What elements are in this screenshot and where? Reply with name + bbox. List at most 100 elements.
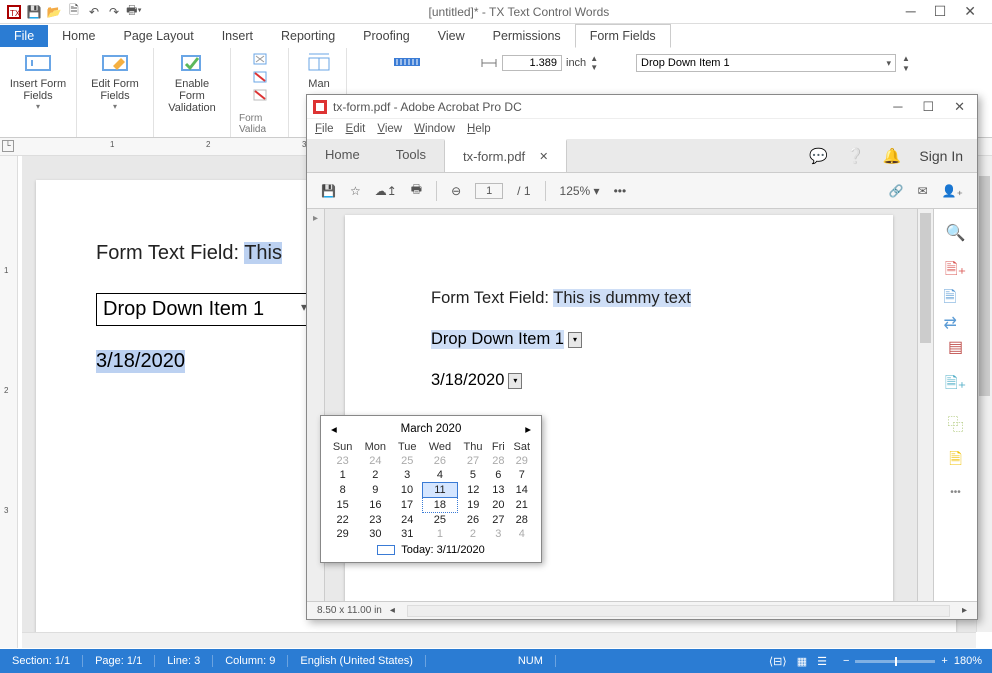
add-person-icon[interactable]: 👤₊ [942,184,963,198]
acrobat-vertical-scrollbar[interactable] [917,209,933,601]
close-icon[interactable]: ✕ [964,3,976,20]
combine-tool-icon[interactable]: 🗎₊ [944,373,968,397]
menu-reporting[interactable]: Reporting [267,25,349,47]
calendar-day[interactable]: 20 [488,498,508,513]
form-text-field-value[interactable]: This [244,242,282,264]
calendar-day[interactable]: 25 [392,454,422,468]
calendar-day[interactable]: 18 [422,498,458,513]
zoom-in-icon[interactable]: + [941,655,947,667]
view-page-icon[interactable]: ▦ [797,655,807,668]
print-icon[interactable]: 🖶▾ [124,2,144,22]
pdf-dropdown-field[interactable]: Drop Down Item 1▾ [431,330,582,349]
prev-month-icon[interactable]: ◂ [331,422,337,436]
acrobat-tab-document[interactable]: tx-form.pdf✕ [444,139,567,172]
zoom-level-select[interactable]: 125% ▾ [560,184,600,198]
save-pdf-icon[interactable]: 💾 [321,184,336,198]
search-tool-icon[interactable]: 🔍 [944,221,968,245]
more-icon[interactable]: ••• [614,184,627,198]
bell-icon[interactable]: 🔔 [883,147,902,165]
calendar-day[interactable]: 28 [488,454,508,468]
calendar-month-label[interactable]: March 2020 [401,423,462,435]
acrobat-menu-file[interactable]: File [315,123,334,135]
menu-form-fields[interactable]: Form Fields [575,24,671,48]
vertical-ruler[interactable]: 1 2 3 [0,156,18,648]
file-menu[interactable]: File [0,25,48,47]
status-language[interactable]: English (United States) [288,655,426,667]
calendar-day[interactable]: 21 [509,498,535,513]
minimize-icon[interactable]: ─ [906,3,916,20]
calendar-day[interactable]: 11 [422,483,458,498]
calendar-day[interactable]: 22 [327,513,358,528]
calendar-day[interactable]: 26 [458,513,488,528]
open-icon[interactable]: 📂 [44,2,64,22]
calendar-day[interactable]: 24 [358,454,392,468]
calendar-day[interactable]: 14 [509,483,535,498]
menu-page-layout[interactable]: Page Layout [110,25,208,47]
calendar-day[interactable]: 26 [422,454,458,468]
dropdown-field[interactable]: Drop Down Item 1 [96,293,312,326]
calendar-day[interactable]: 30 [358,527,392,541]
hscroll-right-icon[interactable]: ▸ [962,605,967,616]
date-field[interactable]: 3/18/2020 [96,350,185,373]
undo-icon[interactable]: ↶ [84,2,104,22]
conditional-disable-button[interactable] [252,88,268,104]
zoom-level[interactable]: 180% [954,655,982,667]
share-link-icon[interactable]: 🔗 [889,184,904,198]
acrobat-maximize-icon[interactable]: ☐ [922,99,934,115]
create-pdf-tool-icon[interactable]: 🗎₊ [944,259,968,283]
save-icon[interactable]: 💾 [24,2,44,22]
calendar-day[interactable]: 16 [358,498,392,513]
acrobat-minimize-icon[interactable]: ─ [893,99,902,115]
maximize-icon[interactable]: ☐ [934,3,947,20]
calendar-day[interactable]: 5 [458,468,488,483]
horizontal-scrollbar[interactable] [22,632,976,648]
today-link[interactable]: Today: 3/11/2020 [401,544,485,556]
calendar-day[interactable]: 9 [358,483,392,498]
menu-home[interactable]: Home [48,25,109,47]
calendar-day[interactable]: 29 [327,527,358,541]
calendar-day[interactable]: 4 [509,527,535,541]
calendar-day[interactable]: 28 [509,513,535,528]
spin-up-icon[interactable]: ▲ [590,54,598,63]
calendar-day[interactable]: 23 [358,513,392,528]
calendar-day[interactable]: 25 [422,513,458,528]
edit-form-fields-button[interactable]: Edit Form Fields ▾ [85,52,145,111]
email-icon[interactable]: ✉ [918,184,928,198]
hscroll-left-icon[interactable]: ◂ [390,605,395,616]
calendar-day[interactable]: 23 [327,454,358,468]
tools-more-icon[interactable]: ••• [950,487,961,498]
calendar-day[interactable]: 1 [327,468,358,483]
ribbon-dropdown[interactable]: Drop Down Item 1▾ [636,54,896,72]
print-pdf-icon[interactable]: 🖶 [411,180,422,201]
acrobat-menu-window[interactable]: Window [414,123,455,135]
acrobat-menu-help[interactable]: Help [467,123,491,135]
calendar-day[interactable]: 2 [358,468,392,483]
calendar-day[interactable]: 2 [458,527,488,541]
menu-view[interactable]: View [424,25,479,47]
spin-down-icon[interactable]: ▼ [590,63,598,72]
zoom-out-pdf-icon[interactable]: ⊖ [451,184,461,198]
zoom-out-icon[interactable]: − [843,655,849,667]
acrobat-horizontal-scrollbar[interactable] [407,605,950,617]
calendar-day[interactable]: 6 [488,468,508,483]
view-normal-icon[interactable]: ☰ [817,655,827,668]
acrobat-tab-home[interactable]: Home [307,139,378,172]
calendar-day[interactable]: 24 [392,513,422,528]
calendar-day[interactable]: 3 [488,527,508,541]
acrobat-close-icon[interactable]: ✕ [954,99,965,115]
ribbon-spin-down-icon[interactable]: ▼ [902,64,910,73]
cloud-upload-icon[interactable]: ☁↥ [375,184,397,198]
conditional-delete-button[interactable] [252,70,268,86]
page-number-input[interactable]: 1 [475,183,503,199]
sign-in-link[interactable]: Sign In [919,148,963,164]
acrobat-tab-tools[interactable]: Tools [378,139,444,172]
vertical-scrollbar[interactable] [976,156,992,632]
edit-pdf-tool-icon[interactable]: ▤ [944,335,968,359]
calendar-day[interactable]: 27 [488,513,508,528]
pdf-form-text-value[interactable]: This is dummy text [553,289,691,307]
comment-icon[interactable]: 💬 [809,147,828,165]
calendar-day[interactable]: 4 [422,468,458,483]
calendar-day[interactable]: 19 [458,498,488,513]
redo-icon[interactable]: ↷ [104,2,124,22]
calendar-day[interactable]: 13 [488,483,508,498]
